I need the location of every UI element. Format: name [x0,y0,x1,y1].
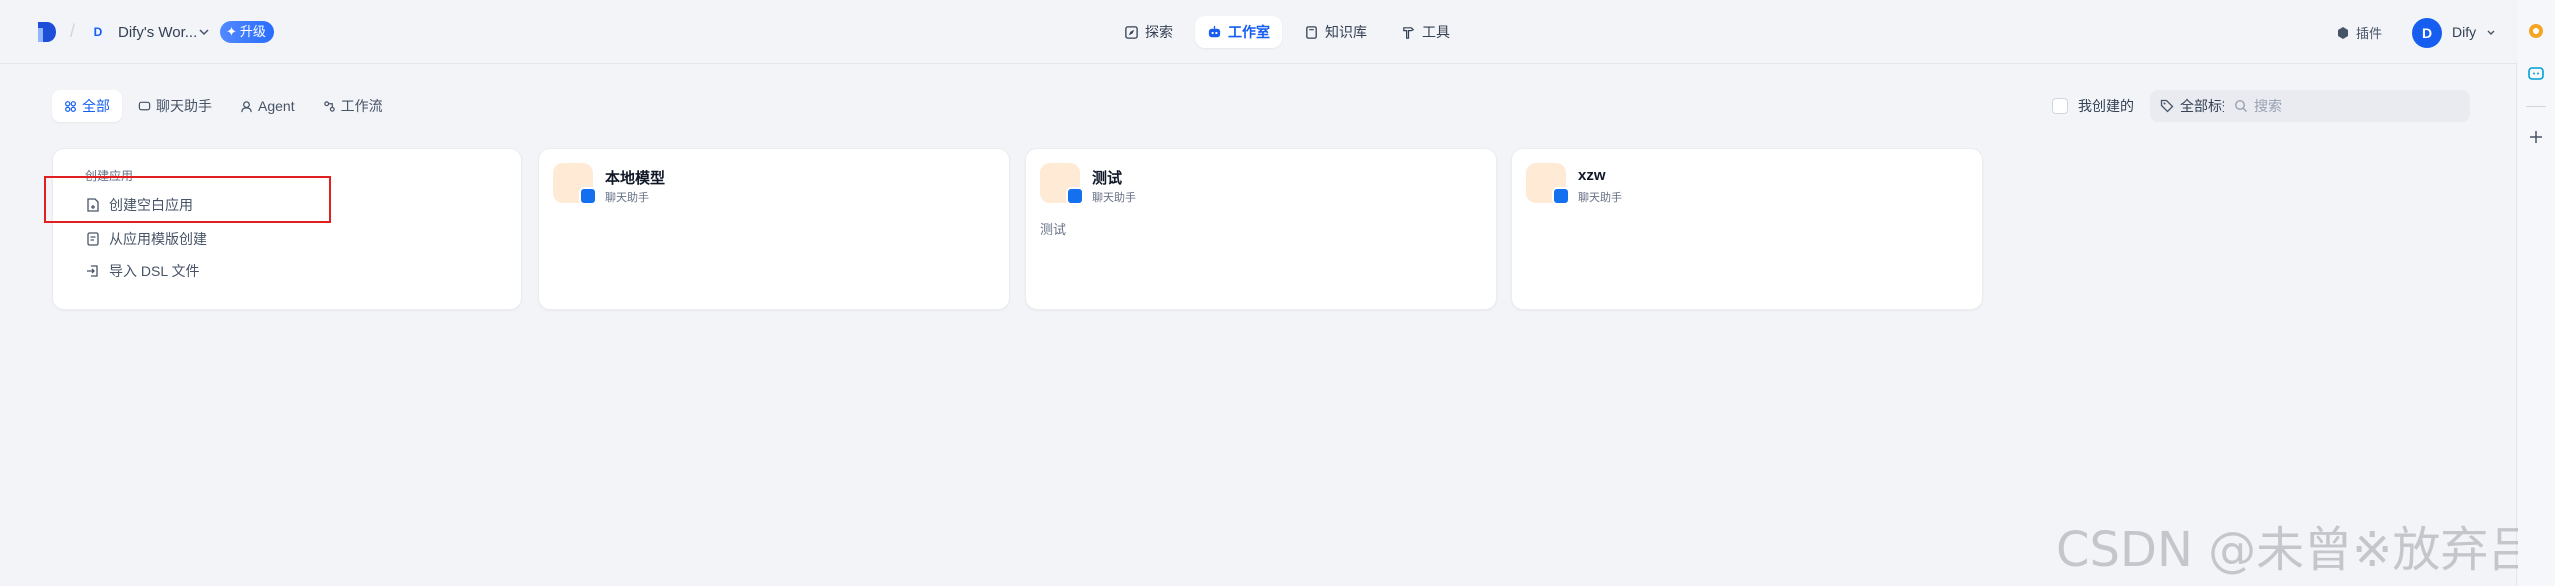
tab-chat-assistant[interactable]: 聊天助手 [126,90,224,122]
app-card[interactable]: 测试 聊天助手 测试 [1025,148,1497,310]
nav-tools[interactable]: 工具 [1389,16,1462,48]
app-type: 聊天助手 [1578,192,1622,204]
app-name: 本地模型 [605,170,666,187]
compass-icon [1125,25,1138,39]
tab-chat-label: 聊天助手 [156,98,212,114]
nav-explore-label: 探索 [1145,24,1173,40]
grid-icon [65,100,76,112]
created-by-me-checkbox[interactable] [2052,98,2068,114]
cube-icon [2338,26,2348,39]
bilibili-icon[interactable] [2527,64,2545,82]
workflow-icon [323,100,335,112]
chat-icon [138,101,151,110]
search-box [2224,90,2470,122]
app-card[interactable]: xzw 聊天助手 [1511,148,1983,310]
tab-all-label: 全部 [82,98,110,114]
nav-studio[interactable]: 工作室 [1195,16,1282,48]
chevron-down-icon[interactable] [2486,28,2496,38]
import-dsl-label: 导入 DSL 文件 [109,263,200,279]
create-app-card: 创建应用 创建空白应用 从应用模版创建 导入 DSL 文件 [52,148,522,310]
user-avatar[interactable]: D [2412,18,2442,48]
app-window: / D Dify's Wor... ✦ 升级 探索 工作室 知识库 工具 插件 … [0,0,2536,586]
app-type: 聊天助手 [605,192,649,204]
nav-tools-label: 工具 [1422,24,1450,40]
tab-agent-label: Agent [258,98,295,114]
tag-icon [2160,99,2174,113]
upgrade-button[interactable]: ✦ 升级 [220,21,274,43]
app-type-tabs: 全部 聊天助手 Agent 工作流 [52,90,395,122]
browser-extension-icon[interactable] [2527,22,2545,40]
dify-logo[interactable] [36,20,58,44]
hammer-icon [1403,26,1415,39]
top-navbar: / D Dify's Wor... ✦ 升级 探索 工作室 知识库 工具 插件 … [0,0,2517,64]
upgrade-label: 升级 [239,24,266,39]
workspace-avatar[interactable]: D [88,22,108,42]
chat-badge-icon [1552,187,1570,205]
plugins-button[interactable]: 插件 [2336,23,2382,42]
nav-knowledge[interactable]: 知识库 [1292,16,1379,48]
import-dsl-option[interactable]: 导入 DSL 文件 [85,261,200,281]
created-by-me-label: 我创建的 [2078,98,2134,114]
tab-agent[interactable]: Agent [228,90,307,122]
app-name: 测试 [1092,170,1123,187]
chat-badge-icon [579,187,597,205]
search-input[interactable] [2254,98,2454,114]
user-name[interactable]: Dify [2452,24,2476,40]
chevron-down-icon[interactable] [198,26,210,38]
nav-explore[interactable]: 探索 [1112,16,1185,48]
tab-workflow-label: 工作流 [340,98,383,114]
app-type: 聊天助手 [1092,192,1136,204]
annotation-highlight-box [44,176,331,223]
watermark: CSDN @未曾※放弃吕 [2056,522,2537,578]
main-nav: 探索 工作室 知识库 工具 [1112,16,1462,48]
app-name: xzw [1578,167,1606,184]
app-description: 测试 [1040,222,1067,237]
nav-knowledge-label: 知识库 [1325,24,1367,40]
workspace-name[interactable]: Dify's Wor... [118,24,197,41]
plus-icon[interactable] [2527,128,2545,146]
created-by-me-filter[interactable]: 我创建的 [2052,96,2134,116]
robot-icon [1208,25,1221,37]
breadcrumb-separator: / [70,21,76,41]
tab-workflow[interactable]: 工作流 [311,90,395,122]
plugins-label: 插件 [2356,26,2383,41]
browser-sidebar [2518,0,2555,586]
chat-badge-icon [1066,187,1084,205]
create-from-template-option[interactable]: 从应用模版创建 [85,229,207,249]
template-icon [87,232,99,246]
app-card[interactable]: 本地模型 聊天助手 [538,148,1010,310]
agent-icon [241,100,252,112]
import-icon [87,265,98,277]
create-from-template-label: 从应用模版创建 [109,231,207,247]
tab-all[interactable]: 全部 [52,90,122,122]
search-icon [2234,99,2247,112]
divider [2526,106,2546,107]
sparkle-icon: ✦ [226,24,237,39]
nav-studio-label: 工作室 [1228,24,1270,40]
book-icon [1306,25,1317,39]
